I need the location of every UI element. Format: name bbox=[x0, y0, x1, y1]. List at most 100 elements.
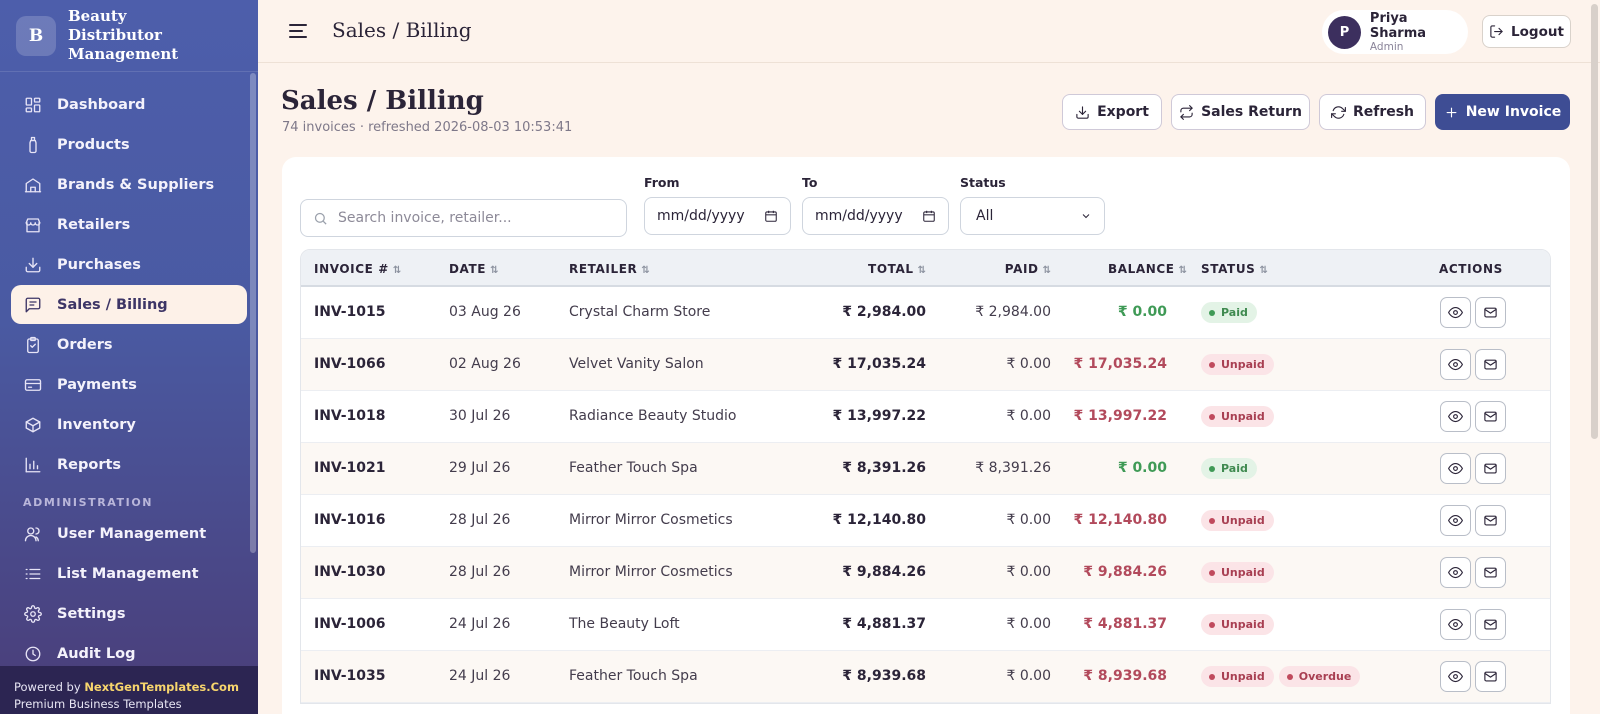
col-paid[interactable]: PAID ⇅ bbox=[951, 262, 1051, 276]
row-actions bbox=[1440, 401, 1510, 432]
mail-icon bbox=[1484, 359, 1497, 370]
sidebar-scrollbar[interactable] bbox=[250, 73, 256, 553]
sales-return-button[interactable]: Sales Return bbox=[1171, 94, 1310, 130]
table-row[interactable]: INV-1015 03 Aug 26 Crystal Charm Store ₹ 2,… bbox=[301, 287, 1550, 339]
hamburger-menu-icon[interactable] bbox=[288, 22, 308, 40]
search-box[interactable] bbox=[300, 199, 627, 237]
sidebar-item-products[interactable]: Products bbox=[11, 125, 247, 164]
view-button[interactable] bbox=[1440, 609, 1471, 640]
sidebar-item-purchases[interactable]: Purchases bbox=[11, 245, 247, 284]
status-dot bbox=[1209, 465, 1215, 472]
sidebar-item-label: Reports bbox=[57, 456, 122, 473]
from-label: From bbox=[644, 175, 680, 190]
status-dot bbox=[1209, 621, 1215, 628]
table-row[interactable]: INV-1021 29 Jul 26 Feather Touch Spa ₹ 8,39… bbox=[301, 443, 1550, 495]
col-balance[interactable]: BALANCE ⇅ bbox=[1061, 262, 1187, 276]
sidebar-item-brands-suppliers[interactable]: Brands & Suppliers bbox=[11, 165, 247, 204]
sidebar-item-settings[interactable]: Settings bbox=[11, 594, 247, 633]
page-scrollbar[interactable] bbox=[1591, 4, 1598, 439]
box-icon bbox=[23, 415, 43, 435]
invoice-total: ₹ 17,035.24 bbox=[832, 356, 926, 372]
sidebar-item-retailers[interactable]: Retailers bbox=[11, 205, 247, 244]
sidebar-item-sales-billing[interactable]: Sales / Billing bbox=[11, 285, 247, 324]
email-button[interactable] bbox=[1475, 349, 1506, 380]
retailer-name: Feather Touch Spa bbox=[569, 460, 698, 476]
invoice-date: 24 Jul 26 bbox=[449, 668, 511, 684]
sidebar-item-list-management[interactable]: List Management bbox=[11, 554, 247, 593]
table-body: INV-1015 03 Aug 26 Crystal Charm Store ₹ 2,… bbox=[301, 287, 1550, 703]
col-status[interactable]: STATUS ⇅ bbox=[1201, 262, 1268, 276]
col-total[interactable]: TOTAL ⇅ bbox=[826, 262, 926, 276]
calendar-icon[interactable] bbox=[764, 209, 778, 223]
email-button[interactable] bbox=[1475, 453, 1506, 484]
table-row[interactable]: INV-1018 30 Jul 26 Radiance Beauty Studio ₹… bbox=[301, 391, 1550, 443]
status-badges: Unpaid bbox=[1201, 562, 1279, 583]
sidebar-item-label: Purchases bbox=[57, 256, 141, 273]
status-select-value: All bbox=[976, 208, 994, 224]
eye-icon bbox=[1448, 358, 1463, 371]
sidebar-item-reports[interactable]: Reports bbox=[11, 445, 247, 484]
col-date[interactable]: DATE ⇅ bbox=[449, 262, 499, 276]
brand[interactable]: B Beauty Distributor Management bbox=[0, 0, 258, 72]
new-invoice-label: New Invoice bbox=[1465, 104, 1562, 120]
sidebar-item-orders[interactable]: Orders bbox=[11, 325, 247, 364]
table-row[interactable]: INV-1066 02 Aug 26 Velvet Vanity Salon ₹ 17… bbox=[301, 339, 1550, 391]
powered-brand-link[interactable]: NextGenTemplates.Com bbox=[84, 680, 239, 694]
email-button[interactable] bbox=[1475, 609, 1506, 640]
table-row[interactable]: INV-1016 28 Jul 26 Mirror Mirror Cosmetics… bbox=[301, 495, 1550, 547]
email-button[interactable] bbox=[1475, 557, 1506, 588]
export-button[interactable]: Export bbox=[1062, 94, 1162, 130]
download-icon bbox=[23, 255, 43, 275]
email-button[interactable] bbox=[1475, 401, 1506, 432]
to-date-value: mm/dd/yyyy bbox=[815, 208, 903, 224]
sort-icon: ⇅ bbox=[490, 265, 499, 276]
status-dot bbox=[1209, 309, 1215, 316]
invoice-number: INV-1016 bbox=[314, 512, 386, 528]
view-button[interactable] bbox=[1440, 401, 1471, 432]
view-button[interactable] bbox=[1440, 661, 1471, 692]
sidebar-item-label: Retailers bbox=[57, 216, 131, 233]
invoice-paid: ₹ 0.00 bbox=[1006, 512, 1051, 528]
view-button[interactable] bbox=[1440, 297, 1471, 328]
sidebar-item-user-management[interactable]: User Management bbox=[11, 514, 247, 553]
sidebar-item-payments[interactable]: Payments bbox=[11, 365, 247, 404]
view-button[interactable] bbox=[1440, 505, 1471, 536]
calendar-icon[interactable] bbox=[922, 209, 936, 223]
table-row[interactable]: INV-1030 28 Jul 26 Mirror Mirror Cosmetics… bbox=[301, 547, 1550, 599]
view-button[interactable] bbox=[1440, 557, 1471, 588]
col-invoice[interactable]: INVOICE # ⇅ bbox=[314, 262, 401, 276]
row-actions bbox=[1440, 505, 1510, 536]
eye-icon bbox=[1448, 618, 1463, 631]
status-badges: Unpaid Overdue bbox=[1201, 666, 1365, 687]
sort-icon: ⇅ bbox=[641, 265, 650, 276]
invoice-number: INV-1035 bbox=[314, 668, 386, 684]
email-button[interactable] bbox=[1475, 505, 1506, 536]
bar-chart-icon bbox=[23, 455, 43, 475]
table-header: INVOICE # ⇅ DATE ⇅ RETAILER ⇅ TOTAL ⇅ PAID ⇅ … bbox=[301, 250, 1550, 287]
receipt-icon bbox=[23, 295, 43, 315]
table-row[interactable]: INV-1035 24 Jul 26 Feather Touch Spa ₹ 8,93… bbox=[301, 651, 1550, 703]
view-button[interactable] bbox=[1440, 453, 1471, 484]
logout-button[interactable]: Logout bbox=[1482, 15, 1571, 48]
user-menu[interactable]: P Priya Sharma Admin bbox=[1322, 10, 1468, 54]
col-retailer[interactable]: RETAILER ⇅ bbox=[569, 262, 650, 276]
sidebar-item-label: Audit Log bbox=[57, 645, 136, 662]
view-button[interactable] bbox=[1440, 349, 1471, 380]
mail-icon bbox=[1484, 619, 1497, 630]
search-input[interactable] bbox=[338, 210, 618, 226]
invoice-date: 03 Aug 26 bbox=[449, 304, 521, 320]
status-select[interactable]: All bbox=[960, 197, 1105, 235]
status-badge: Unpaid bbox=[1201, 666, 1274, 687]
to-date-input[interactable]: mm/dd/yyyy bbox=[802, 197, 949, 235]
sidebar-item-inventory[interactable]: Inventory bbox=[11, 405, 247, 444]
new-invoice-button[interactable]: New Invoice bbox=[1435, 94, 1570, 130]
sidebar-item-dashboard[interactable]: Dashboard bbox=[11, 85, 247, 124]
email-button[interactable] bbox=[1475, 297, 1506, 328]
eye-icon bbox=[1448, 514, 1463, 527]
email-button[interactable] bbox=[1475, 661, 1506, 692]
status-badge: Unpaid bbox=[1201, 354, 1274, 375]
table-row[interactable]: INV-1006 24 Jul 26 The Beauty Loft ₹ 4,881.… bbox=[301, 599, 1550, 651]
refresh-button[interactable]: Refresh bbox=[1319, 94, 1426, 130]
invoice-paid: ₹ 0.00 bbox=[1006, 356, 1051, 372]
from-date-input[interactable]: mm/dd/yyyy bbox=[644, 197, 791, 235]
